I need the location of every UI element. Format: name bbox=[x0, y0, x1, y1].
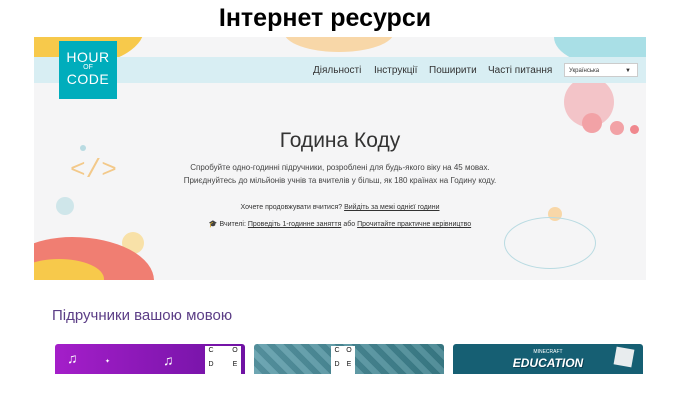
teachers-label: Вчителі: bbox=[219, 221, 246, 228]
slide-title: Інтернет ресурси bbox=[218, 4, 432, 32]
code-letter: C bbox=[208, 347, 214, 354]
code-logo-grid: C O D E bbox=[205, 346, 241, 374]
teachers-line: 🎓 Вчителі: Проведіть 1-годинне заняття а… bbox=[34, 220, 646, 228]
hero-title: Година Коду bbox=[279, 129, 401, 152]
music-note-icon: ♫ bbox=[163, 352, 174, 368]
nav-item-faq[interactable]: Часті питання bbox=[488, 65, 552, 76]
nav-item-share[interactable]: Поширити bbox=[429, 65, 477, 76]
continue-learning-line: Хочете продовжувати вчитися? Вийдіть за … bbox=[34, 204, 646, 211]
code-letter bbox=[217, 360, 229, 374]
beyond-one-hour-link[interactable]: Вийдіть за межі однієї години bbox=[344, 204, 439, 211]
code-letter: O bbox=[346, 347, 352, 354]
logo-line3: CODE bbox=[66, 71, 110, 87]
code-logo-grid: C O D E bbox=[331, 346, 355, 374]
tutorial-card-minecraft[interactable]: MINECRAFT EDUCATION bbox=[453, 344, 643, 374]
music-note-icon: ♫ bbox=[67, 350, 78, 366]
hero-section: </> HOUR OF CODE Діяльності Інструкції П… bbox=[34, 37, 646, 280]
hero-description: Спробуйте одно-годинні підручники, розро… bbox=[34, 161, 646, 187]
logo-line1: HOUR bbox=[66, 49, 110, 65]
hero-desc-line2: Приєднуйтесь до мільйонів учнів та вчите… bbox=[183, 176, 497, 185]
graduation-cap-icon: 🎓 bbox=[208, 221, 218, 228]
language-select[interactable]: Українська ▼ bbox=[564, 63, 638, 77]
tutorials-heading: Підручники вашою мовою bbox=[52, 307, 233, 324]
code-letter: E bbox=[346, 361, 352, 368]
block-icon bbox=[613, 346, 635, 368]
decor-peach-blob bbox=[284, 37, 394, 52]
code-letter: D bbox=[334, 361, 340, 368]
hero-desc-line1: Спробуйте одно-годинні підручники, розро… bbox=[190, 163, 490, 172]
code-letter bbox=[217, 346, 229, 360]
code-letter: D bbox=[208, 361, 214, 368]
host-hour-link[interactable]: Проведіть 1-годинне заняття bbox=[248, 221, 342, 228]
tutorial-card-music[interactable]: ♫ ✦ ♫ C O D E bbox=[55, 344, 245, 374]
hour-of-code-logo[interactable]: HOUR OF CODE bbox=[59, 41, 117, 99]
tutorial-card-code[interactable]: C O D E bbox=[254, 344, 444, 374]
code-letter: C bbox=[334, 347, 340, 354]
chevron-down-icon: ▼ bbox=[625, 68, 631, 74]
nav-item-instructions[interactable]: Інструкції bbox=[374, 65, 417, 76]
teachers-or: або bbox=[343, 221, 356, 228]
language-value: Українська bbox=[569, 68, 600, 74]
how-to-guide-link[interactable]: Прочитайте практичне керівництво bbox=[357, 221, 471, 228]
code-letter: E bbox=[232, 361, 238, 368]
code-letter: O bbox=[232, 347, 238, 354]
continue-learning-text: Хочете продовжувати вчитися? bbox=[240, 204, 343, 211]
nav-item-activities[interactable]: Діяльності bbox=[313, 65, 361, 76]
sparkle-icon: ✦ bbox=[105, 359, 111, 365]
hour-of-code-screenshot: </> HOUR OF CODE Діяльності Інструкції П… bbox=[34, 37, 646, 374]
